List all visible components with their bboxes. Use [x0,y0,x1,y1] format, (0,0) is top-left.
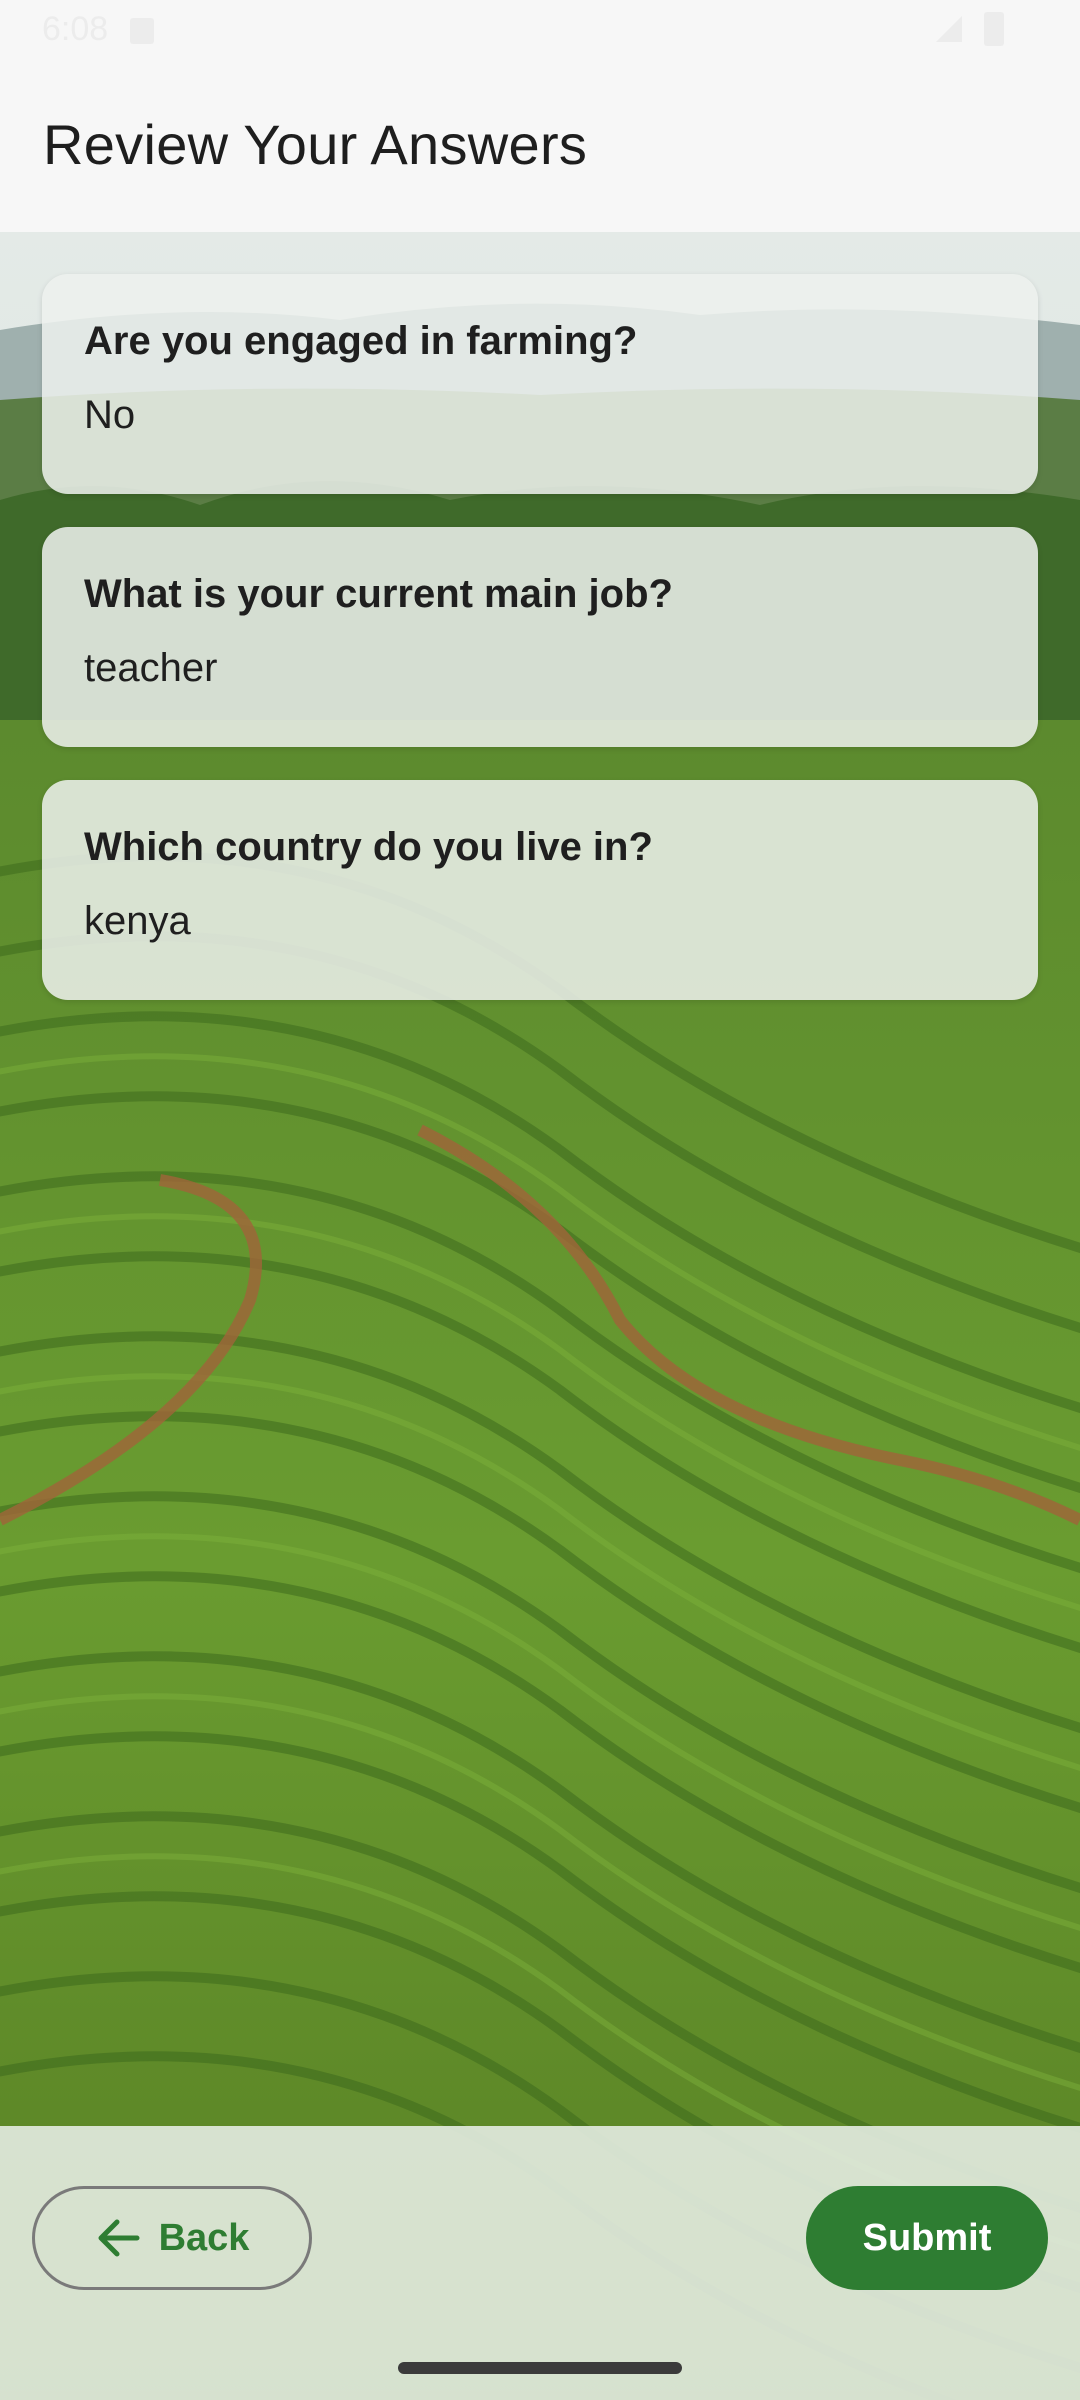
home-indicator[interactable] [398,2362,682,2374]
answer-card: What is your current main job? teacher [42,527,1038,747]
signal-icon [936,16,962,42]
battery-icon [984,12,1004,46]
question-text: What is your current main job? [84,572,673,616]
notification-icon [130,18,154,44]
status-bar: 6:08 [0,0,1080,62]
submit-button[interactable]: Submit [806,2186,1048,2290]
status-time: 6:08 [42,10,109,48]
arrow-left-icon [98,2219,140,2257]
answer-card: Are you engaged in farming? No [42,274,1038,494]
bottom-action-bar: Back Submit [0,2126,1080,2400]
answer-text: teacher [84,646,218,690]
question-text: Are you engaged in farming? [84,319,638,363]
back-button[interactable]: Back [32,2186,312,2290]
question-text: Which country do you live in? [84,825,653,869]
answer-card: Which country do you live in? kenya [42,780,1038,1000]
back-button-label: Back [158,2216,250,2259]
answer-text: No [84,393,136,437]
page-title: Review Your Answers [43,113,588,176]
submit-button-label: Submit [862,2216,992,2259]
answer-text: kenya [84,899,191,943]
app-header: Review Your Answers [0,62,1080,232]
